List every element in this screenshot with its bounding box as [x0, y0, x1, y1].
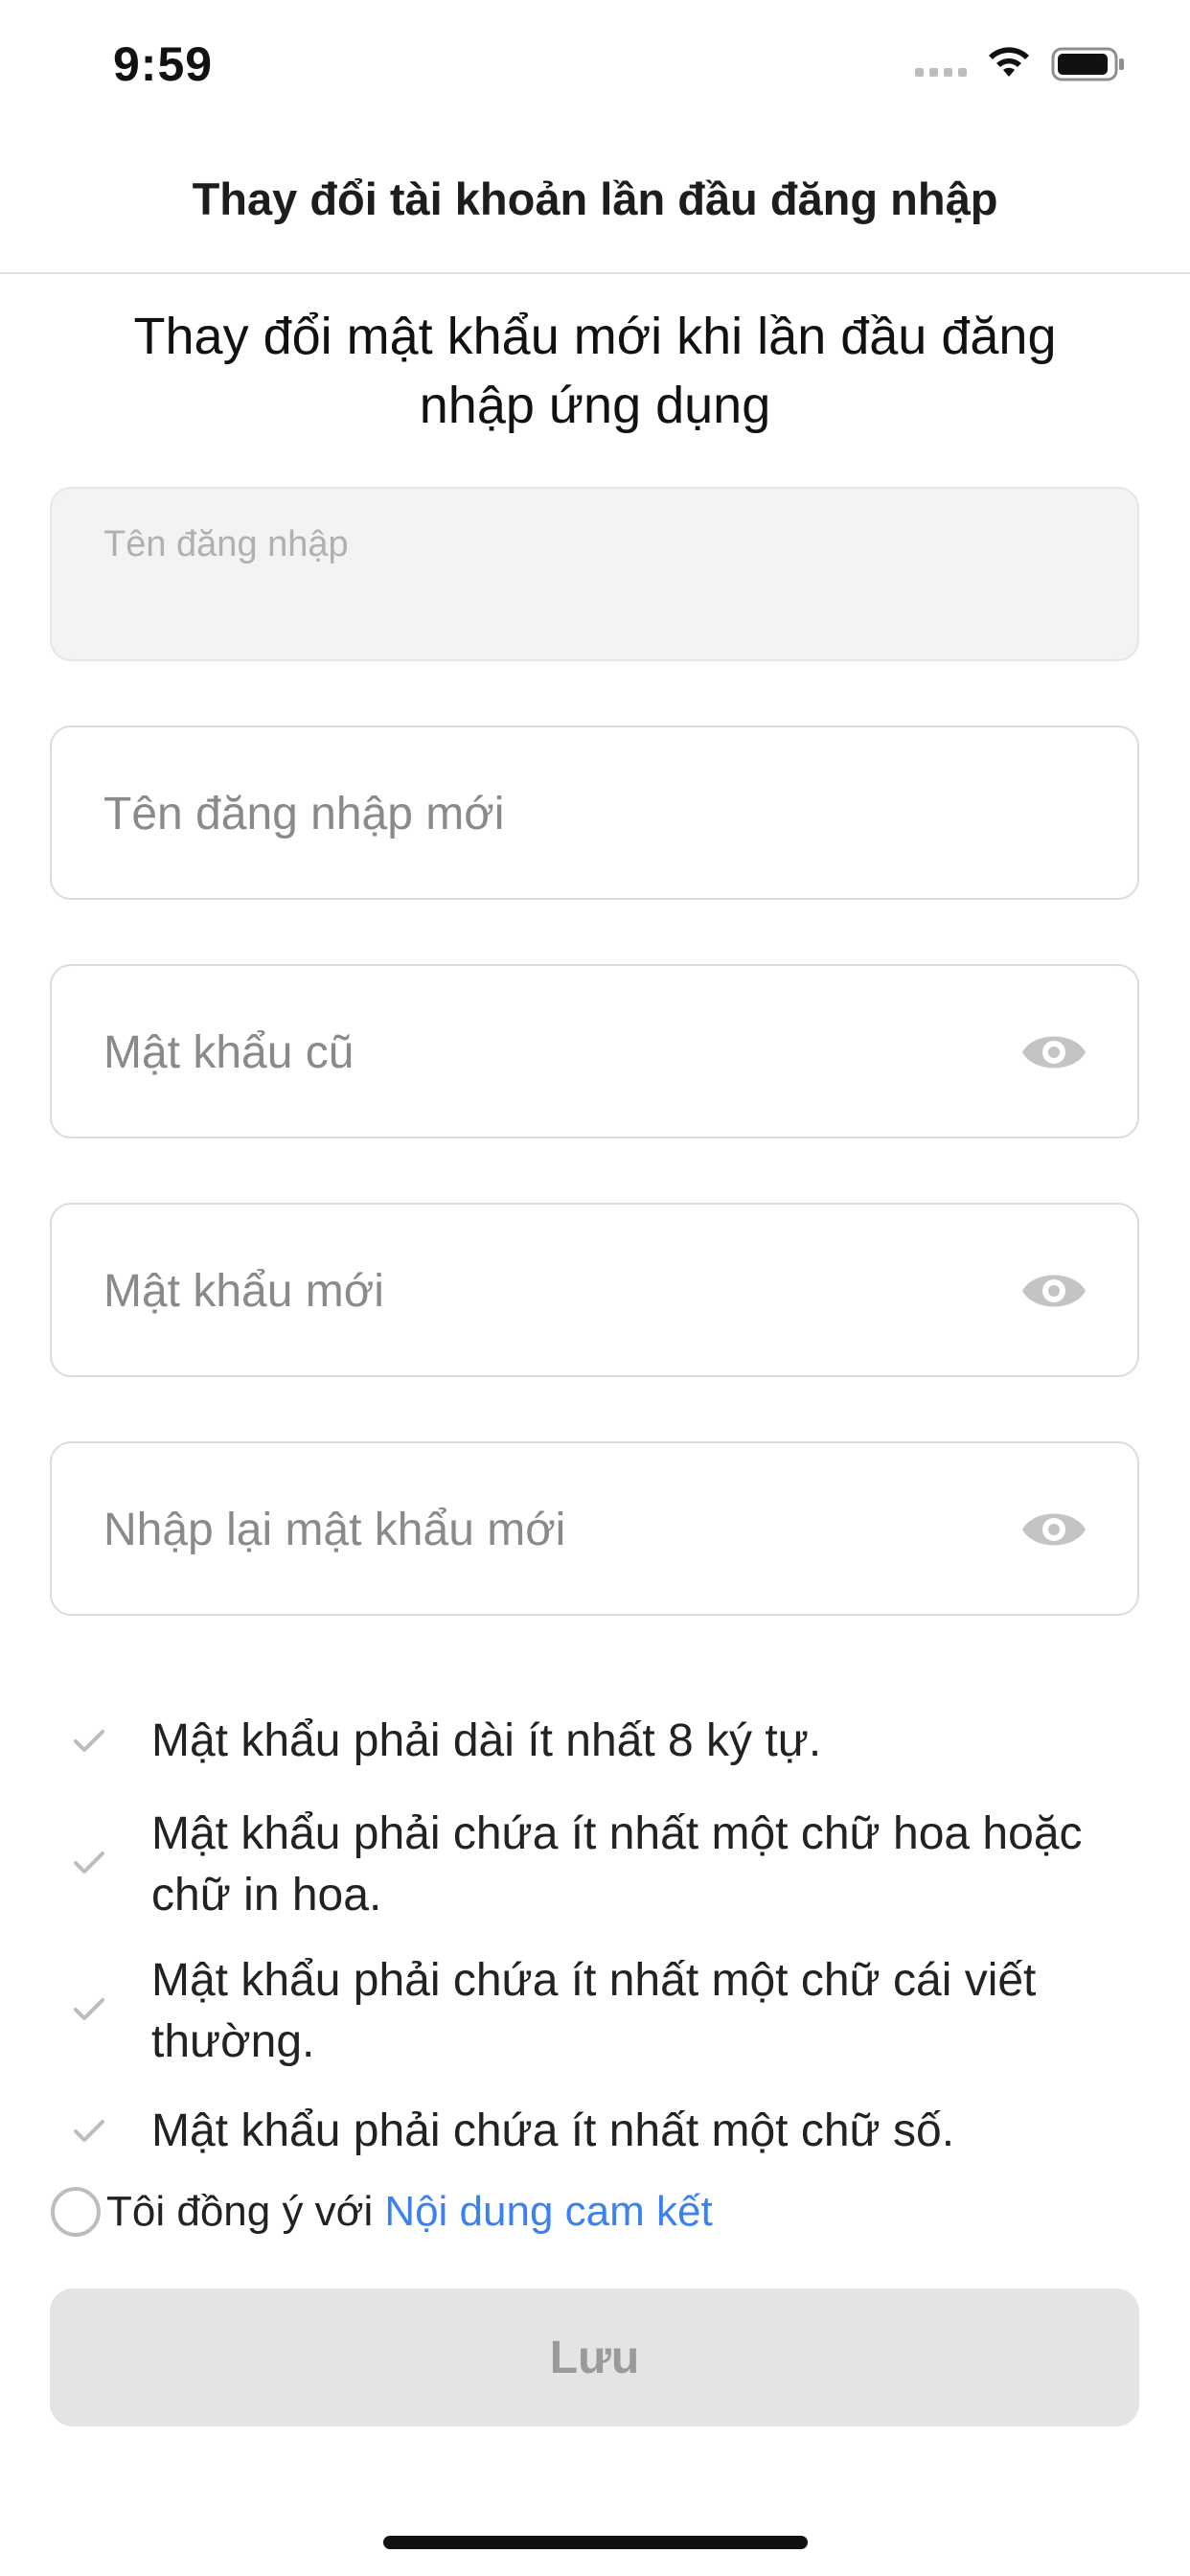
username-field[interactable]: Tên đăng nhập — [50, 487, 1139, 661]
wifi-icon — [989, 47, 1029, 77]
status-bar: 9:59 — [0, 0, 1190, 134]
new-username-field[interactable]: Tên đăng nhập mới — [50, 725, 1139, 900]
username-placeholder: Tên đăng nhập — [103, 524, 349, 564]
confirm-password-placeholder: Nhập lại mật khẩu mới — [103, 1505, 566, 1555]
battery-icon — [1051, 47, 1124, 81]
check-icon — [74, 2120, 104, 2142]
check-icon — [74, 1852, 104, 1874]
old-password-placeholder: Mật khẩu cũ — [103, 1027, 355, 1078]
form-heading: Thay đổi mật khẩu mới khi lần đầu đăng n… — [133, 308, 1057, 434]
eye-icon[interactable] — [1020, 1025, 1087, 1079]
new-password-placeholder: Mật khẩu mới — [103, 1266, 384, 1317]
confirm-password-field[interactable]: Nhập lại mật khẩu mới — [50, 1441, 1139, 1616]
signal-icon — [915, 68, 967, 77]
rule-text: Mật khẩu phải chứa ít nhất một chữ số. — [151, 2105, 955, 2156]
page-title: Thay đổi tài khoản lần đầu đăng nhập — [192, 173, 998, 224]
rule-text: Mật khẩu phải chứa ít nhất một chữ hoa h… — [151, 1808, 1083, 1920]
rule-text: Mật khẩu phải chứa ít nhất một chữ cái v… — [151, 1955, 1037, 2067]
old-password-field[interactable]: Mật khẩu cũ — [50, 964, 1139, 1138]
home-indicator — [383, 2536, 808, 2549]
commitment-link[interactable]: Nội dung cam kết — [384, 2188, 712, 2236]
agreement-row: Tôi đồng ý với Nội dung cam kết — [51, 2183, 713, 2241]
save-button[interactable]: Lưu — [50, 2288, 1139, 2426]
eye-icon[interactable] — [1020, 1503, 1087, 1556]
check-icon — [74, 1998, 104, 2020]
agreement-label: Tôi đồng ý với — [106, 2188, 374, 2235]
agreement-radio[interactable] — [51, 2187, 101, 2237]
rule-text: Mật khẩu phải dài ít nhất 8 ký tự. — [151, 1715, 822, 1766]
eye-icon[interactable] — [1020, 1264, 1087, 1318]
status-time: 9:59 — [113, 37, 214, 91]
nav-header: Thay đổi tài khoản lần đầu đăng nhập — [0, 134, 1190, 274]
new-username-placeholder: Tên đăng nhập mới — [103, 789, 505, 840]
new-password-field[interactable]: Mật khẩu mới — [50, 1203, 1139, 1377]
check-icon — [74, 1730, 104, 1752]
